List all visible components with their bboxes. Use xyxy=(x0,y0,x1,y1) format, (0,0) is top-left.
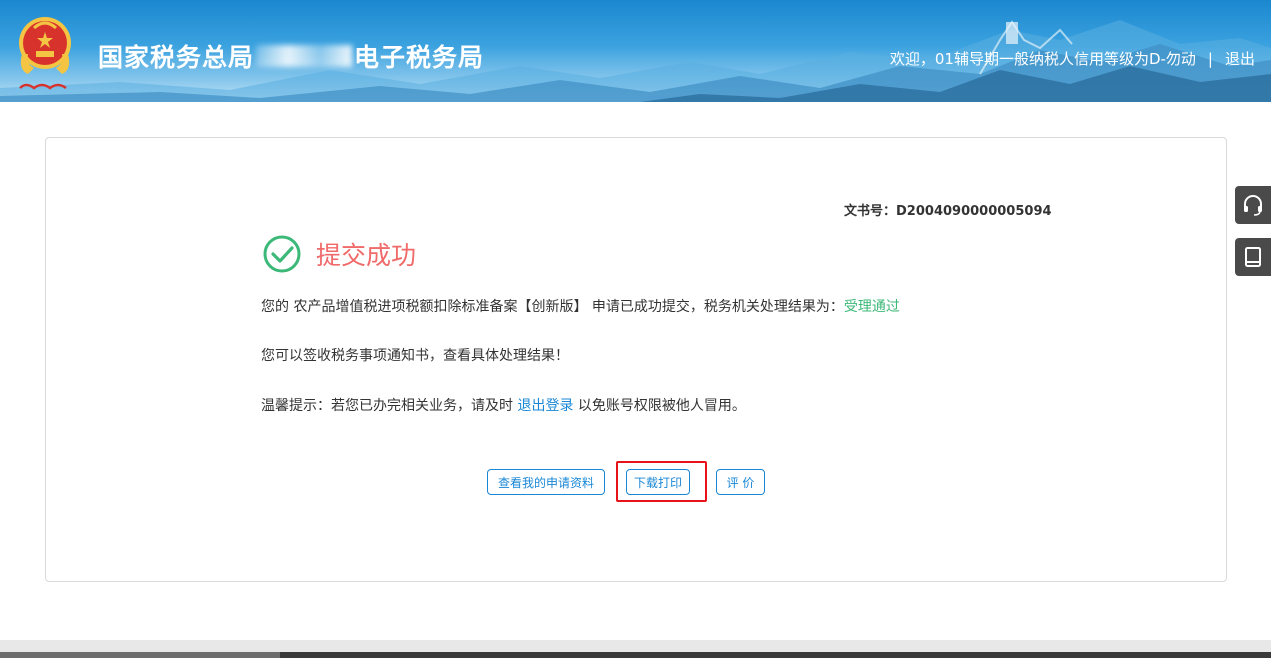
guide-button[interactable] xyxy=(1235,238,1271,276)
success-check-icon xyxy=(263,235,301,273)
success-title: 提交成功 xyxy=(316,241,417,270)
document-number-label: 文书号： xyxy=(844,204,897,219)
notice-message: 您可以签收税务事项通知书，查看具体处理结果！ xyxy=(261,348,569,364)
site-title: 国家税务总局 电子税务局 xyxy=(98,36,484,76)
logout-login-link[interactable]: 退出登录 xyxy=(517,398,573,414)
submission-text: 您的 农产品增值税进项税额扣除标准备案【创新版】 申请已成功提交，税务机关处理结… xyxy=(261,299,844,315)
reminder-text-start: 温馨提示：若您已办完相关业务，请及时 xyxy=(261,398,513,414)
user-area: 欢迎，01辅导期一般纳税人信用等级为D-勿动 | 退出 xyxy=(890,48,1255,69)
book-icon xyxy=(1245,247,1261,267)
reminder-text-end: 以免账号权限被他人冒用。 xyxy=(577,398,746,414)
headset-icon xyxy=(1244,195,1262,216)
site-title-suffix: 电子税务局 xyxy=(354,43,485,72)
download-print-button[interactable]: 下载打印 xyxy=(626,469,690,495)
processing-status: 受理通过 xyxy=(843,299,900,315)
redacted-region xyxy=(256,45,353,67)
bottom-bar xyxy=(0,640,1271,658)
scrollbar-thumb[interactable] xyxy=(0,652,280,658)
view-application-button[interactable]: 查看我的申请资料 xyxy=(487,469,605,495)
site-header: 国家税务总局 电子税务局 欢迎，01辅导期一般纳税人信用等级为D-勿动 | 退出 xyxy=(0,0,1271,102)
horizontal-scrollbar[interactable] xyxy=(0,652,1271,658)
welcome-text: 欢迎，01辅导期一般纳税人信用等级为D-勿动 xyxy=(889,50,1196,68)
success-heading: 提交成功 xyxy=(262,234,416,274)
rate-button[interactable]: 评 价 xyxy=(716,469,765,495)
tax-emblem-icon xyxy=(19,17,71,90)
header-separator: | xyxy=(1207,49,1213,68)
logout-link[interactable]: 退出 xyxy=(1225,48,1255,69)
reminder-message: 温馨提示：若您已办完相关业务，请及时 退出登录 以免账号权限被他人冒用。 xyxy=(261,395,746,415)
result-card: 文书号：D2004090000005094 提交成功 您的 农产品增值税进项税额… xyxy=(45,137,1227,582)
support-button[interactable] xyxy=(1235,186,1271,224)
document-number: 文书号：D2004090000005094 xyxy=(844,200,1052,219)
submission-message: 您的 农产品增值税进项税额扣除标准备案【创新版】 申请已成功提交，税务机关处理结… xyxy=(261,296,900,316)
site-title-prefix: 国家税务总局 xyxy=(98,43,255,72)
document-number-value: D2004090000005094 xyxy=(896,204,1052,219)
